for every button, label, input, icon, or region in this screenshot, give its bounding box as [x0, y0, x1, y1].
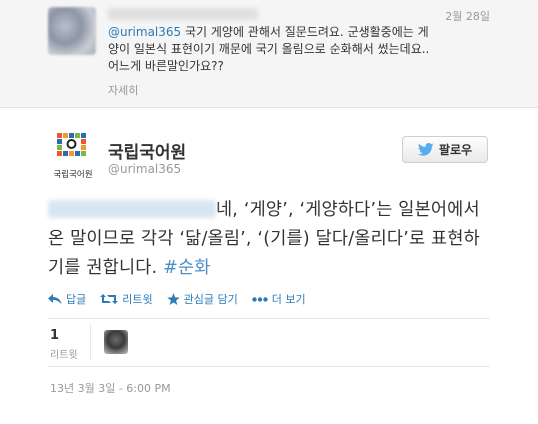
follow-button-label: 팔로우: [438, 143, 473, 157]
tweet-text: 네, ‘게양’, ‘게양하다’는 일본어에서 온 말이므로 각각 ‘닮/올림’,…: [48, 196, 493, 283]
divider: [48, 366, 490, 367]
retweet-count-label: 리트윗: [50, 350, 78, 361]
logo-caption: 국립국어원: [53, 169, 92, 180]
author-avatar-logo[interactable]: 국립국어원: [48, 130, 98, 182]
hashtag-link[interactable]: #순화: [163, 258, 210, 278]
reply-label: 답글: [66, 293, 87, 306]
parent-tweet-date[interactable]: 2월 28일: [445, 8, 490, 24]
author-handle[interactable]: @urimal365: [108, 162, 181, 176]
more-label: 더 보기: [271, 293, 306, 306]
institute-logo-icon: 국립국어원: [53, 133, 93, 180]
follow-button[interactable]: 팔로우: [402, 136, 488, 163]
more-action[interactable]: 더 보기: [252, 290, 306, 308]
parent-tweet: 2월 28일 @urimal365 국기 게양에 관해서 질문드려요. 군생활중…: [0, 0, 538, 108]
more-dots-icon: [252, 296, 268, 302]
star-icon: [166, 293, 180, 305]
parent-avatar[interactable]: [48, 7, 96, 55]
author-display-name[interactable]: 국립국어원: [108, 138, 186, 163]
parent-mention-link[interactable]: @urimal365: [108, 25, 181, 39]
stats-separator: [90, 324, 91, 360]
details-link[interactable]: 자세히: [108, 82, 138, 98]
bird-icon: [417, 143, 434, 156]
favorite-label: 관심글 담기: [183, 293, 238, 306]
parent-tweet-text: @urimal365 국기 게양에 관해서 질문드려요. 군생활중에는 게양이 …: [108, 24, 438, 75]
divider: [48, 318, 490, 319]
parent-author-name-redacted: [108, 8, 258, 20]
retweet-count[interactable]: 1: [50, 328, 59, 343]
retweet-label: 리트윗: [122, 293, 153, 306]
retweet-icon: [100, 294, 119, 304]
redacted-mention: [48, 200, 216, 218]
tweet-actions: 답글 리트윗 관심글 담기 더 보기: [48, 290, 306, 308]
reply-action[interactable]: 답글: [48, 290, 86, 308]
favorite-action[interactable]: 관심글 담기: [166, 290, 238, 308]
retweeter-avatar[interactable]: [104, 330, 128, 354]
tweet-timestamp[interactable]: 13년 3월 3일 - 6:00 PM: [50, 380, 171, 396]
retweet-action[interactable]: 리트윗: [100, 290, 153, 308]
reply-icon: [48, 293, 62, 304]
